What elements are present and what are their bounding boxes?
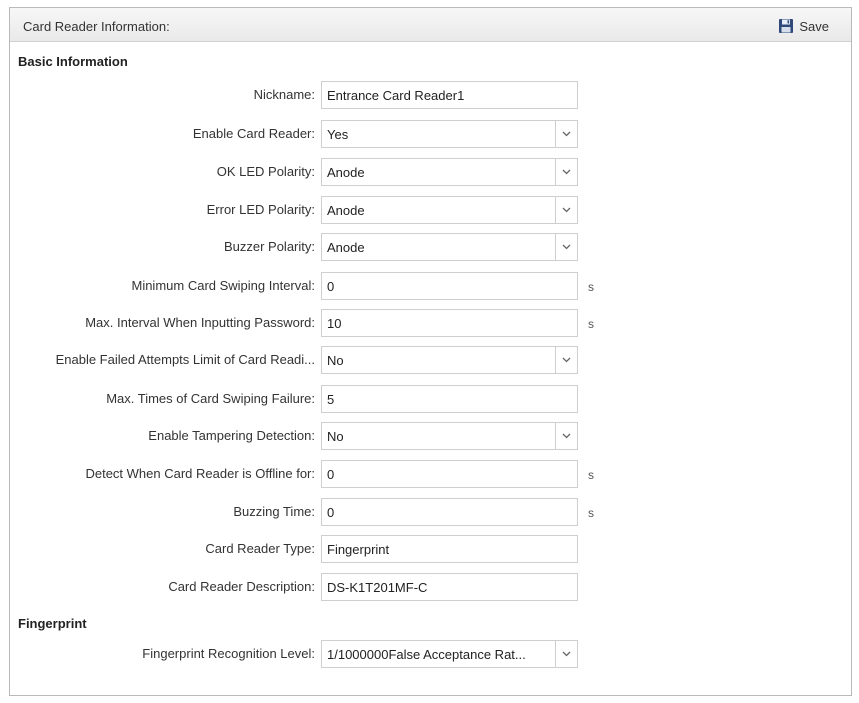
field-value: Anode: [327, 240, 365, 255]
field-value: 0: [327, 279, 335, 294]
field-value: Entrance Card Reader1: [327, 88, 465, 103]
field-label: Enable Card Reader:: [192, 126, 315, 141]
panel-title: Card Reader Information:: [23, 19, 170, 34]
field-value: Yes: [327, 127, 349, 142]
select-field[interactable]: Anode: [321, 233, 578, 261]
field-value: No: [327, 429, 344, 444]
card-reader-panel: Card Reader Information: Save Basic Info…: [9, 7, 852, 696]
form-row: Enable Card Reader: Yes: [10, 120, 851, 148]
select-field[interactable]: No: [321, 346, 578, 374]
dropdown-toggle[interactable]: [555, 234, 577, 260]
unit-label: s: [588, 280, 594, 294]
unit-label: s: [588, 317, 594, 331]
field-value: DS-K1T201MF-C: [327, 580, 428, 595]
form-row: Minimum Card Swiping Interval: 0 s: [10, 272, 851, 300]
text-input[interactable]: Fingerprint: [321, 535, 578, 563]
select-field[interactable]: Anode: [321, 158, 578, 186]
field-label: Max. Interval When Inputting Password:: [85, 315, 315, 330]
field-label: Enable Tampering Detection:: [148, 428, 315, 443]
text-input[interactable]: 10: [321, 309, 578, 337]
form-row: Buzzer Polarity: Anode: [10, 233, 851, 261]
text-input[interactable]: 0: [321, 272, 578, 300]
form-row: Error LED Polarity: Anode: [10, 196, 851, 224]
field-value: 10: [327, 316, 342, 331]
chevron-down-icon: [562, 207, 571, 213]
field-label: Error LED Polarity:: [206, 202, 315, 217]
select-field[interactable]: Anode: [321, 196, 578, 224]
form-row: Card Reader Description: DS-K1T201MF-C: [10, 573, 851, 601]
form-row: Card Reader Type: Fingerprint: [10, 535, 851, 563]
select-field[interactable]: No: [321, 422, 578, 450]
form-row: Enable Tampering Detection: No: [10, 422, 851, 450]
chevron-down-icon: [562, 169, 571, 175]
select-field[interactable]: Yes: [321, 120, 578, 148]
field-value: No: [327, 353, 344, 368]
text-input[interactable]: 0: [321, 498, 578, 526]
field-label: Nickname:: [253, 87, 315, 102]
chevron-down-icon: [562, 244, 571, 250]
dropdown-toggle[interactable]: [555, 121, 577, 147]
section-basic-information: Basic Information: [18, 54, 128, 69]
text-input[interactable]: Entrance Card Reader1: [321, 81, 578, 109]
panel-header: Card Reader Information: Save: [10, 8, 851, 42]
field-label: Minimum Card Swiping Interval:: [131, 278, 315, 293]
save-button[interactable]: Save: [778, 16, 829, 36]
field-label: Card Reader Type:: [205, 541, 315, 556]
chevron-down-icon: [562, 651, 571, 657]
text-input[interactable]: 5: [321, 385, 578, 413]
field-value: 1/1000000False Acceptance Rat...: [327, 647, 526, 662]
field-label: OK LED Polarity:: [216, 164, 315, 179]
section-fingerprint: Fingerprint: [18, 616, 87, 631]
dropdown-toggle[interactable]: [555, 641, 577, 667]
dropdown-toggle[interactable]: [555, 197, 577, 223]
field-label: Enable Failed Attempts Limit of Card Rea…: [55, 352, 315, 367]
form-row: Max. Times of Card Swiping Failure: 5: [10, 385, 851, 413]
dropdown-toggle[interactable]: [555, 347, 577, 373]
field-value: Fingerprint: [327, 542, 390, 557]
field-value: Anode: [327, 165, 365, 180]
save-label: Save: [799, 18, 829, 34]
chevron-down-icon: [562, 357, 571, 363]
unit-label: s: [588, 506, 594, 520]
unit-label: s: [588, 468, 594, 482]
form-row: Max. Interval When Inputting Password: 10…: [10, 309, 851, 337]
chevron-down-icon: [562, 131, 571, 137]
field-label: Buzzer Polarity:: [223, 239, 315, 254]
floppy-disk-icon: [779, 19, 794, 33]
field-value: 5: [327, 392, 335, 407]
field-value: 0: [327, 467, 335, 482]
dropdown-toggle[interactable]: [555, 423, 577, 449]
field-value: 0: [327, 505, 335, 520]
field-label: Buzzing Time:: [233, 504, 315, 519]
form-row: Fingerprint Recognition Level: 1/1000000F…: [10, 640, 851, 668]
field-label: Fingerprint Recognition Level:: [142, 646, 315, 661]
text-input[interactable]: 0: [321, 460, 578, 488]
chevron-down-icon: [562, 433, 571, 439]
form-row: Detect When Card Reader is Offline for: 0…: [10, 460, 851, 488]
field-label: Max. Times of Card Swiping Failure:: [106, 391, 315, 406]
dropdown-toggle[interactable]: [555, 159, 577, 185]
form-row: Enable Failed Attempts Limit of Card Rea…: [10, 346, 851, 374]
form-row: Nickname: Entrance Card Reader1: [10, 81, 851, 109]
select-field[interactable]: 1/1000000False Acceptance Rat...: [321, 640, 578, 668]
field-label: Detect When Card Reader is Offline for:: [85, 466, 315, 481]
field-value: Anode: [327, 203, 365, 218]
text-input[interactable]: DS-K1T201MF-C: [321, 573, 578, 601]
field-label: Card Reader Description:: [168, 579, 315, 594]
form-row: Buzzing Time: 0 s: [10, 498, 851, 526]
form-row: OK LED Polarity: Anode: [10, 158, 851, 186]
